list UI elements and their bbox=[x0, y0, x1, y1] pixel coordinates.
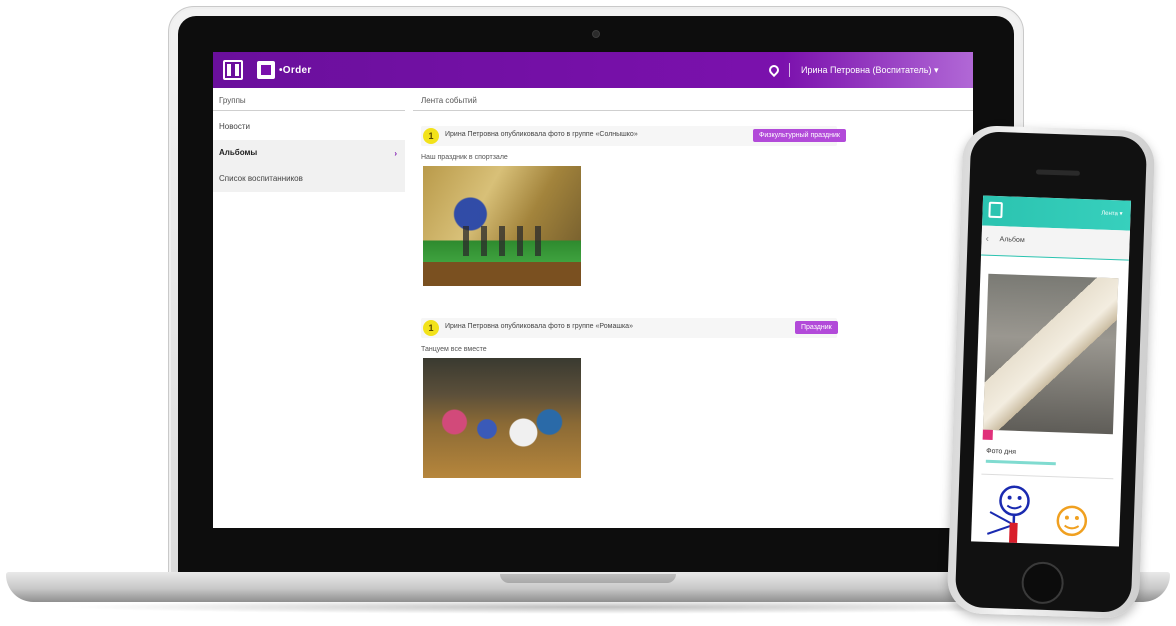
post-header: 1 Ирина Петровна опубликовала фото в гру… bbox=[421, 318, 838, 338]
post-meta: Ирина Петровна опубликовала фото в групп… bbox=[445, 131, 638, 138]
photo-badge bbox=[982, 429, 993, 441]
logo-icon[interactable] bbox=[257, 61, 275, 79]
sidebar-item-news[interactable]: Новости bbox=[213, 114, 405, 140]
phone-face: Лента ▾ ‹ Альбом Фото дня bbox=[954, 131, 1148, 613]
phone-device: Лента ▾ ‹ Альбом Фото дня bbox=[946, 124, 1156, 620]
sidebar-divider bbox=[213, 110, 405, 111]
feed-title: Лента событий bbox=[421, 96, 477, 105]
home-button-icon[interactable] bbox=[1020, 561, 1065, 605]
phone-caption: Фото дня bbox=[986, 447, 1017, 456]
menu-icon[interactable] bbox=[988, 201, 1003, 219]
camera-icon bbox=[592, 30, 600, 38]
post-photo[interactable] bbox=[423, 166, 581, 286]
phone-divider bbox=[981, 473, 1114, 480]
menu-icon[interactable] bbox=[223, 60, 243, 80]
chevron-right-icon: › bbox=[394, 149, 397, 158]
laptop-notch bbox=[500, 574, 676, 583]
sidebar-item-label: Альбомы bbox=[219, 148, 258, 157]
child-drawing-image[interactable] bbox=[979, 482, 1113, 547]
sidebar-header: Группы bbox=[219, 96, 246, 105]
post-meta: Ирина Петровна опубликовала фото в групп… bbox=[445, 323, 633, 330]
sidebar-item-label: Список воспитанников bbox=[219, 174, 303, 183]
app-logo-text[interactable]: •Order bbox=[279, 65, 312, 76]
navbar-divider bbox=[789, 63, 790, 77]
sidebar-item-children[interactable]: Список воспитанников bbox=[213, 166, 405, 192]
sidebar: Группы Новости Альбомы › Список воспитан… bbox=[213, 92, 405, 528]
sidebar-item-label: Новости bbox=[219, 122, 250, 131]
chevron-left-icon[interactable]: ‹ bbox=[985, 234, 989, 245]
avatar[interactable]: 1 bbox=[423, 320, 439, 336]
phone-photo[interactable] bbox=[982, 273, 1119, 435]
avatar[interactable]: 1 bbox=[423, 128, 439, 144]
phone-screen: Лента ▾ ‹ Альбом Фото дня bbox=[971, 195, 1132, 547]
user-menu[interactable]: Ирина Петровна (Воспитатель) ▾ bbox=[801, 65, 938, 76]
post-tag[interactable]: Физкультурный праздник bbox=[753, 129, 846, 142]
sidebar-item-albums[interactable]: Альбомы › bbox=[213, 140, 405, 166]
feed-divider bbox=[413, 110, 973, 111]
phone-subbar: ‹ Альбом bbox=[981, 225, 1130, 261]
post-caption: Наш праздник в спортзале bbox=[421, 154, 508, 161]
phone-navbar-menu[interactable]: Лента ▾ bbox=[1101, 210, 1123, 218]
post-tag[interactable]: Праздник bbox=[795, 321, 838, 334]
top-navbar: •Order Ирина Петровна (Воспитатель) ▾ bbox=[213, 52, 973, 88]
post-photo[interactable] bbox=[423, 358, 581, 478]
laptop-screen: •Order Ирина Петровна (Воспитатель) ▾ Гр… bbox=[213, 52, 973, 528]
post-caption: Танцуем все вместе bbox=[421, 346, 487, 353]
phone-subtitle: Альбом bbox=[999, 236, 1025, 244]
post-header: 1 Ирина Петровна опубликовала фото в гру… bbox=[421, 126, 846, 146]
speaker-icon bbox=[1035, 169, 1081, 176]
phone-caption-underline bbox=[985, 459, 1056, 466]
location-pin-icon[interactable] bbox=[766, 62, 782, 78]
